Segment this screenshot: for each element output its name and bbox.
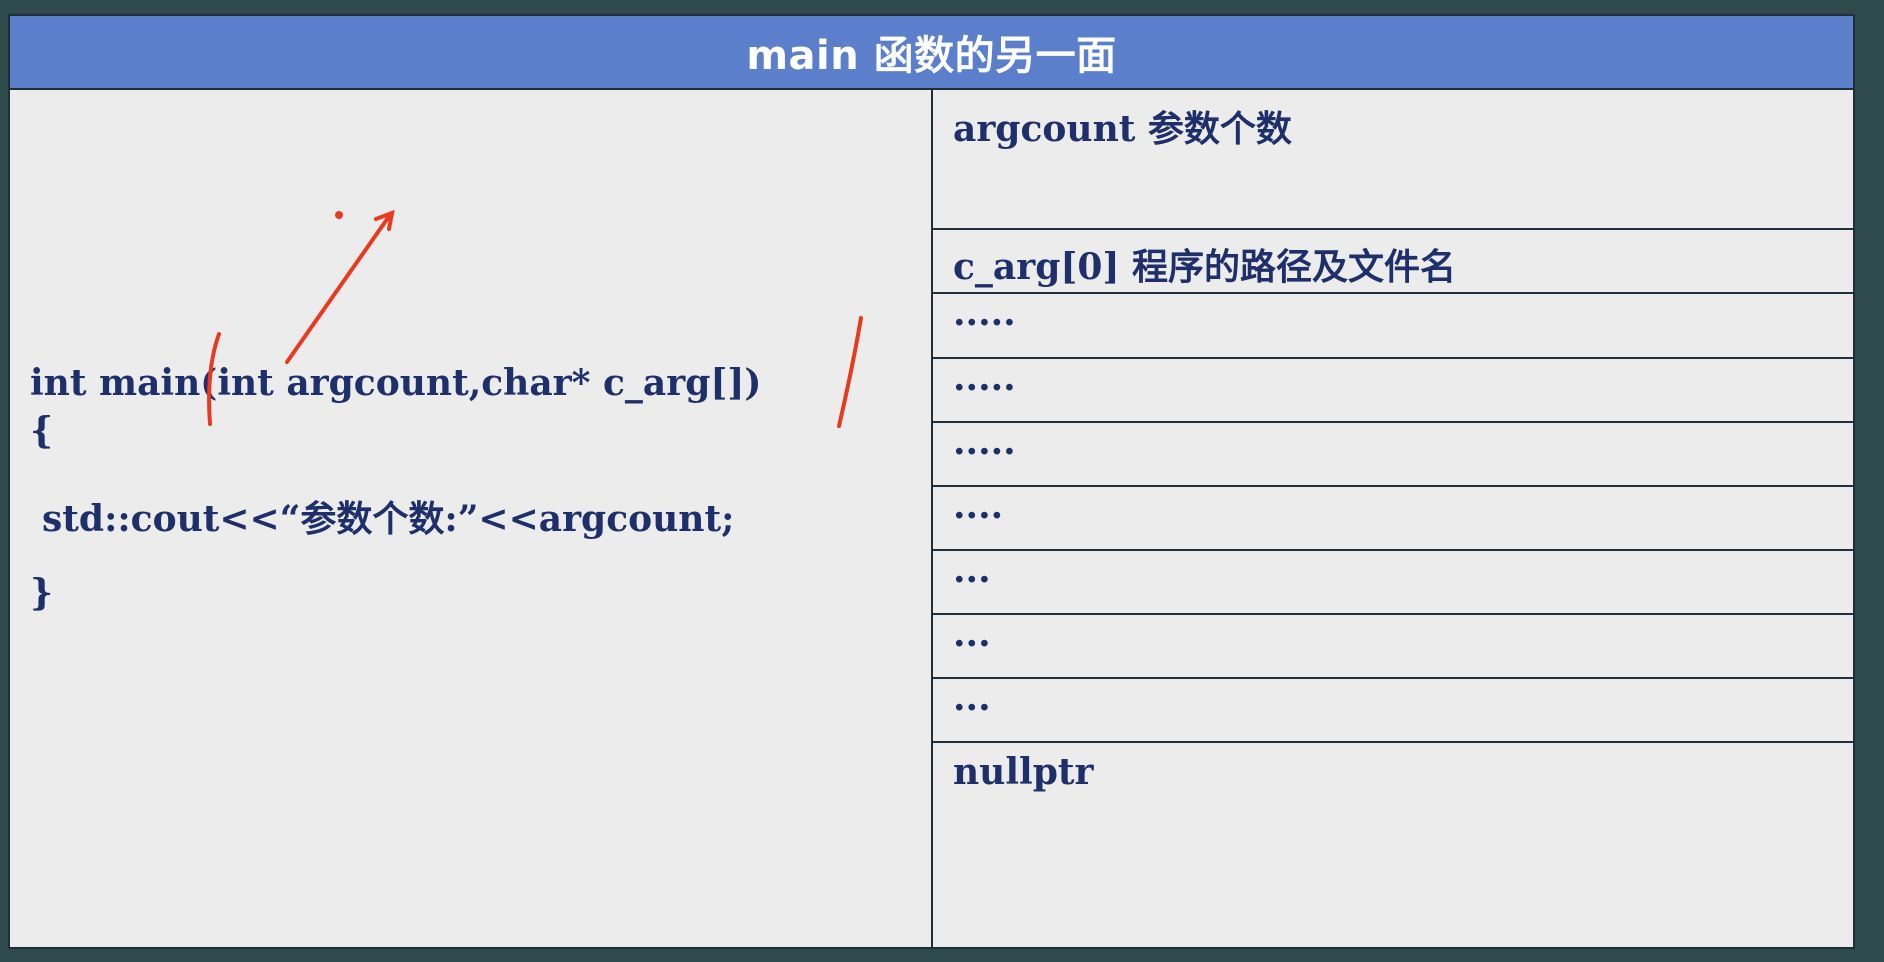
code-line-open-brace: { <box>30 410 54 452</box>
table-row: ··· <box>933 551 1853 615</box>
table-row: ····· <box>933 423 1853 487</box>
table-row: argcount 参数个数 <box>933 90 1853 230</box>
code-line-cout: std::cout<<“参数个数:”<<argcount; <box>42 498 735 540</box>
table-cell-text: ····· <box>953 367 1016 409</box>
slide: main 函数的另一面 int main(int argcount,char* … <box>8 14 1855 949</box>
table-row: nullptr <box>933 743 1853 947</box>
code-line-signature: int main(int argcount,char* c_arg[]) <box>30 362 762 404</box>
table-cell-text: ··· <box>953 559 991 601</box>
table-cell-text: c_arg[0] 程序的路径及文件名 <box>953 246 1457 288</box>
title-bar: main 函数的另一面 <box>10 16 1853 90</box>
table-cell-text: ····· <box>953 302 1016 344</box>
table-cell-text: ··· <box>953 623 991 665</box>
code-panel: int main(int argcount,char* c_arg[]) { s… <box>10 90 933 947</box>
code-line-close-brace: } <box>30 572 54 614</box>
table-row: ··· <box>933 679 1853 743</box>
argv-table: argcount 参数个数 c_arg[0] 程序的路径及文件名 ····· ·… <box>933 90 1853 947</box>
table-cell-text: nullptr <box>953 751 1094 793</box>
table-cell-text: ····· <box>953 431 1016 473</box>
table-cell-text: ··· <box>953 687 991 729</box>
table-cell-text: ···· <box>953 495 1004 537</box>
table-row: ····· <box>933 294 1853 359</box>
table-row: ····· <box>933 359 1853 423</box>
table-row: c_arg[0] 程序的路径及文件名 <box>933 230 1853 294</box>
table-row: ··· <box>933 615 1853 679</box>
table-cell-text: argcount 参数个数 <box>953 108 1292 150</box>
slide-title: main 函数的另一面 <box>746 33 1117 79</box>
table-row: ···· <box>933 487 1853 551</box>
